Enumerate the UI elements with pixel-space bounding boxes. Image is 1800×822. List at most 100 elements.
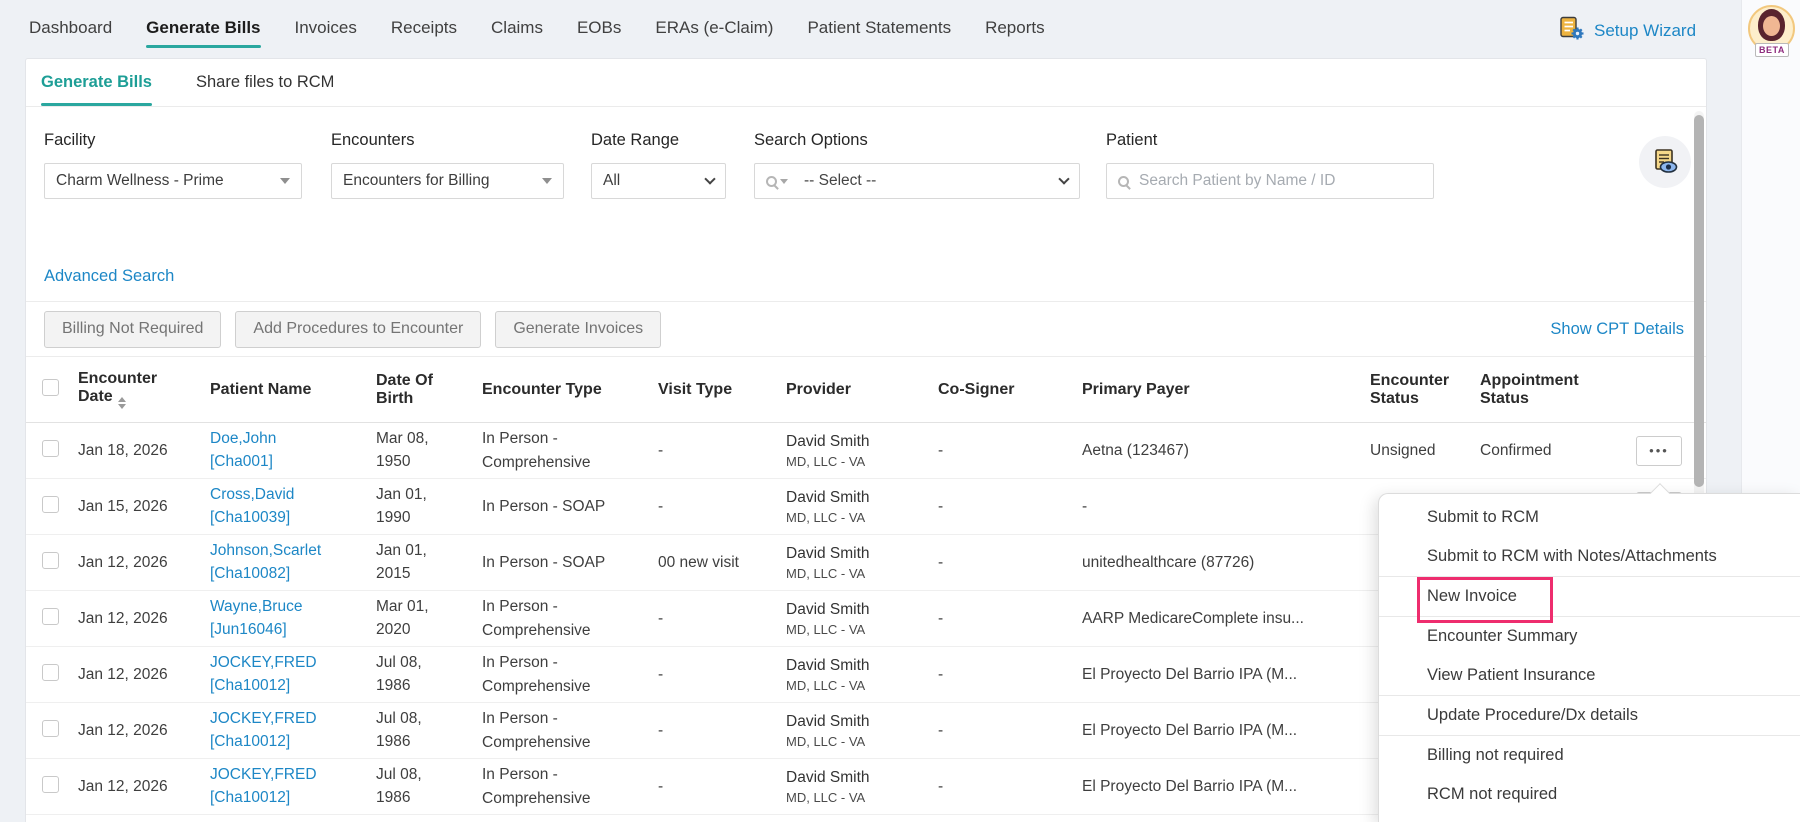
menu-item-submit-to-rcm-with-notes-attachments[interactable]: Submit to RCM with Notes/Attachments: [1379, 537, 1800, 576]
search-icon: [766, 176, 777, 187]
row-more-actions-button[interactable]: •••: [1636, 436, 1682, 466]
nav-item-receipts[interactable]: Receipts: [391, 18, 457, 38]
billing-not-required-button[interactable]: Billing Not Required: [44, 311, 221, 348]
table-header: Encounter Date Patient Name Date Of Birt…: [26, 357, 1706, 423]
facility-value: Charm Wellness - Prime: [56, 172, 224, 190]
co-signer-cell: -: [938, 666, 1082, 684]
patient-search-box: [1106, 163, 1434, 199]
row-actions-menu: Submit to RCMSubmit to RCM with Notes/At…: [1378, 493, 1800, 822]
encounters-dropdown[interactable]: Encounters for Billing: [331, 163, 564, 199]
setup-wizard-label: Setup Wizard: [1594, 21, 1696, 41]
row-checkbox[interactable]: [42, 776, 59, 793]
patient-link[interactable]: Cross,David[Cha10039]: [210, 484, 376, 529]
nav-item-reports[interactable]: Reports: [985, 18, 1045, 38]
row-checkbox[interactable]: [42, 720, 59, 737]
date-range-select[interactable]: All: [591, 163, 726, 199]
row-checkbox[interactable]: [42, 496, 59, 513]
avatar-face: [1763, 16, 1780, 36]
column-header-patient-name: Patient Name: [210, 381, 376, 399]
column-header-date-of-birth: Date Of Birth: [376, 372, 482, 408]
patient-link[interactable]: Wayne,Bruce[Jun16046]: [210, 596, 376, 641]
facility-filter: Facility Charm Wellness - Prime: [44, 131, 302, 199]
setup-wizard-button[interactable]: Setup Wizard: [1558, 16, 1696, 46]
dob-cell: Jul 08, 1986: [376, 708, 482, 753]
date-range-value: All: [603, 172, 620, 190]
select-all-checkbox[interactable]: [42, 379, 59, 396]
patient-link[interactable]: JOCKEY,FRED[Cha10012]: [210, 652, 376, 697]
column-header-appointment-status: Appointment Status: [1480, 372, 1636, 408]
view-report-button[interactable]: [1639, 136, 1691, 188]
visit-type-cell: -: [658, 666, 786, 684]
menu-item-rcm-not-required[interactable]: RCM not required: [1379, 775, 1800, 814]
menu-item-submit-to-rcm[interactable]: Submit to RCM: [1379, 498, 1800, 537]
chevron-down-icon: [1058, 173, 1069, 184]
column-header-encounter-status: Encounter Status: [1370, 372, 1480, 408]
row-checkbox[interactable]: [42, 664, 59, 681]
show-cpt-details-link[interactable]: Show CPT Details: [1550, 320, 1684, 339]
visit-type-cell: -: [658, 498, 786, 516]
visit-type-cell: 00 new visit: [658, 554, 786, 572]
sort-icon: [118, 397, 126, 409]
sub-tabs: Generate Bills Share files to RCM: [26, 59, 1706, 107]
advanced-search-link[interactable]: Advanced Search: [44, 267, 174, 286]
bulk-actions-toolbar: Billing Not Required Add Procedures to En…: [44, 310, 1684, 348]
scrollbar-thumb[interactable]: [1694, 115, 1704, 487]
patient-label: Patient: [1106, 131, 1434, 150]
search-options-dropdown[interactable]: -- Select --: [754, 163, 1080, 199]
co-signer-cell: -: [938, 722, 1082, 740]
encounters-filter: Encounters Encounters for Billing: [331, 131, 564, 199]
encounter-type-cell: In Person - Comprehensive: [482, 595, 658, 642]
patient-link[interactable]: JOCKEY,FRED[Cha10012]: [210, 764, 376, 809]
primary-payer-cell: El Proyecto Del Barrio IPA (M...: [1082, 722, 1370, 740]
search-options-value: -- Select --: [804, 172, 876, 190]
encounter-date-cell: Jan 12, 2026: [78, 554, 210, 572]
toolbar-buttons: Billing Not Required Add Procedures to En…: [44, 311, 661, 348]
co-signer-cell: -: [938, 498, 1082, 516]
chevron-down-icon: [704, 173, 715, 184]
menu-item-update-procedure-dx-details[interactable]: Update Procedure/Dx details: [1379, 696, 1800, 735]
appointment-status-cell: Confirmed: [1480, 442, 1636, 460]
menu-item-billing-not-required[interactable]: Billing not required: [1379, 736, 1800, 775]
nav-item-dashboard[interactable]: Dashboard: [29, 18, 112, 38]
visit-type-cell: -: [658, 778, 786, 796]
patient-link[interactable]: Johnson,Scarlet[Cha10082]: [210, 540, 376, 585]
row-checkbox[interactable]: [42, 552, 59, 569]
search-options-filter: Search Options -- Select --: [754, 131, 1080, 199]
tab-generate-bills[interactable]: Generate Bills: [41, 59, 152, 106]
row-checkbox[interactable]: [42, 608, 59, 625]
menu-item-new-invoice[interactable]: New Invoice: [1379, 577, 1800, 616]
column-header-encounter-type: Encounter Type: [482, 381, 658, 399]
add-procedures-to-encounter-button[interactable]: Add Procedures to Encounter: [235, 311, 481, 348]
encounter-type-cell: In Person - Comprehensive: [482, 651, 658, 698]
search-icon: [1118, 176, 1129, 187]
nav-item-patient-statements[interactable]: Patient Statements: [807, 18, 951, 38]
nav-item-eobs[interactable]: EOBs: [577, 18, 621, 38]
tab-share-files-to-rcm[interactable]: Share files to RCM: [196, 59, 334, 106]
nav-item-eras-e-claim[interactable]: ERAs (e-Claim): [655, 18, 773, 38]
facility-dropdown[interactable]: Charm Wellness - Prime: [44, 163, 302, 199]
user-avatar[interactable]: BETA: [1748, 5, 1795, 52]
menu-item-view-patient-insurance[interactable]: View Patient Insurance: [1379, 656, 1800, 695]
encounter-type-cell: In Person - Comprehensive: [482, 427, 658, 474]
co-signer-cell: -: [938, 442, 1082, 460]
divider: [26, 301, 1706, 302]
provider-cell: David SmithMD, LLC - VA: [786, 713, 938, 749]
caret-down-icon: [280, 178, 290, 184]
patient-search-input[interactable]: [1139, 172, 1399, 190]
menu-group: New Invoice: [1379, 576, 1800, 616]
encounters-value: Encounters for Billing: [343, 172, 489, 190]
patient-filter: Patient: [1106, 131, 1434, 199]
menu-groups: Submit to RCMSubmit to RCM with Notes/At…: [1379, 498, 1800, 814]
patient-link[interactable]: Doe,John[Cha001]: [210, 428, 376, 473]
patient-link[interactable]: JOCKEY,FRED[Cha10012]: [210, 708, 376, 753]
nav-item-generate-bills[interactable]: Generate Bills: [146, 18, 260, 38]
dob-cell: Mar 01, 2020: [376, 596, 482, 641]
nav-item-claims[interactable]: Claims: [491, 18, 543, 38]
row-checkbox[interactable]: [42, 440, 59, 457]
dob-cell: Jul 08, 1986: [376, 764, 482, 809]
generate-invoices-button[interactable]: Generate Invoices: [495, 311, 661, 348]
dob-cell: Mar 08, 1950: [376, 428, 482, 473]
nav-item-invoices[interactable]: Invoices: [295, 18, 357, 38]
column-header-encounter-date[interactable]: Encounter Date: [78, 370, 210, 409]
dob-cell: Jan 01, 2015: [376, 540, 482, 585]
